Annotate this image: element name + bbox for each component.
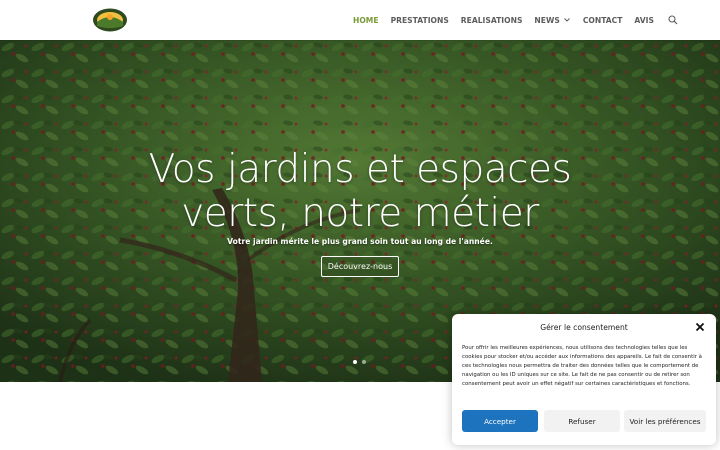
search-icon[interactable] xyxy=(668,15,678,25)
nav-contact-label: CONTACT xyxy=(582,15,623,25)
nav-prestations-label: PRESTATIONS xyxy=(390,15,449,25)
discover-button[interactable]: Découvrez-nous xyxy=(321,256,399,277)
slider-dots xyxy=(353,360,366,364)
nav-avis[interactable]: AVIS xyxy=(634,16,654,25)
preferences-button[interactable]: Voir les préférences xyxy=(624,410,706,432)
refuse-button[interactable]: Refuser xyxy=(544,410,620,432)
accept-button[interactable]: Accepter xyxy=(462,410,538,432)
nav-realisations-label: REALISATIONS xyxy=(460,15,523,25)
hero-title: Vos jardins et espaces verts, notre méti… xyxy=(0,148,720,236)
main-nav: HOME PRESTATIONS REALISATIONS NEWS CONTA… xyxy=(353,0,678,40)
logo[interactable] xyxy=(92,8,128,32)
chevron-down-icon xyxy=(563,18,570,22)
slider-dot[interactable] xyxy=(362,360,366,364)
close-icon[interactable] xyxy=(695,322,705,332)
nav-home-label: HOME xyxy=(353,15,379,25)
consent-text: Pour offrir les meilleures expériences, … xyxy=(462,345,702,387)
nav-prestations[interactable]: PRESTATIONS xyxy=(391,16,449,25)
nav-news[interactable]: NEWS xyxy=(534,16,570,25)
slider-dot[interactable] xyxy=(353,360,357,364)
hero-title-line1: Vos jardins et espaces xyxy=(148,147,572,192)
nav-avis-label: AVIS xyxy=(634,15,654,25)
nav-home[interactable]: HOME xyxy=(353,16,379,25)
nav-contact[interactable]: CONTACT xyxy=(583,16,623,25)
consent-title: Gérer le consentement xyxy=(540,323,628,332)
nav-news-label: NEWS xyxy=(534,15,560,25)
consent-dialog: Gérer le consentement Pour offrir les me… xyxy=(452,314,716,445)
hero-subtitle: Votre jardin mérite le plus grand soin t… xyxy=(227,237,493,246)
nav-realisations[interactable]: REALISATIONS xyxy=(461,16,523,25)
site-header: HOME PRESTATIONS REALISATIONS NEWS CONTA… xyxy=(0,0,720,40)
hero-title-line2: verts, notre métier xyxy=(181,191,539,236)
